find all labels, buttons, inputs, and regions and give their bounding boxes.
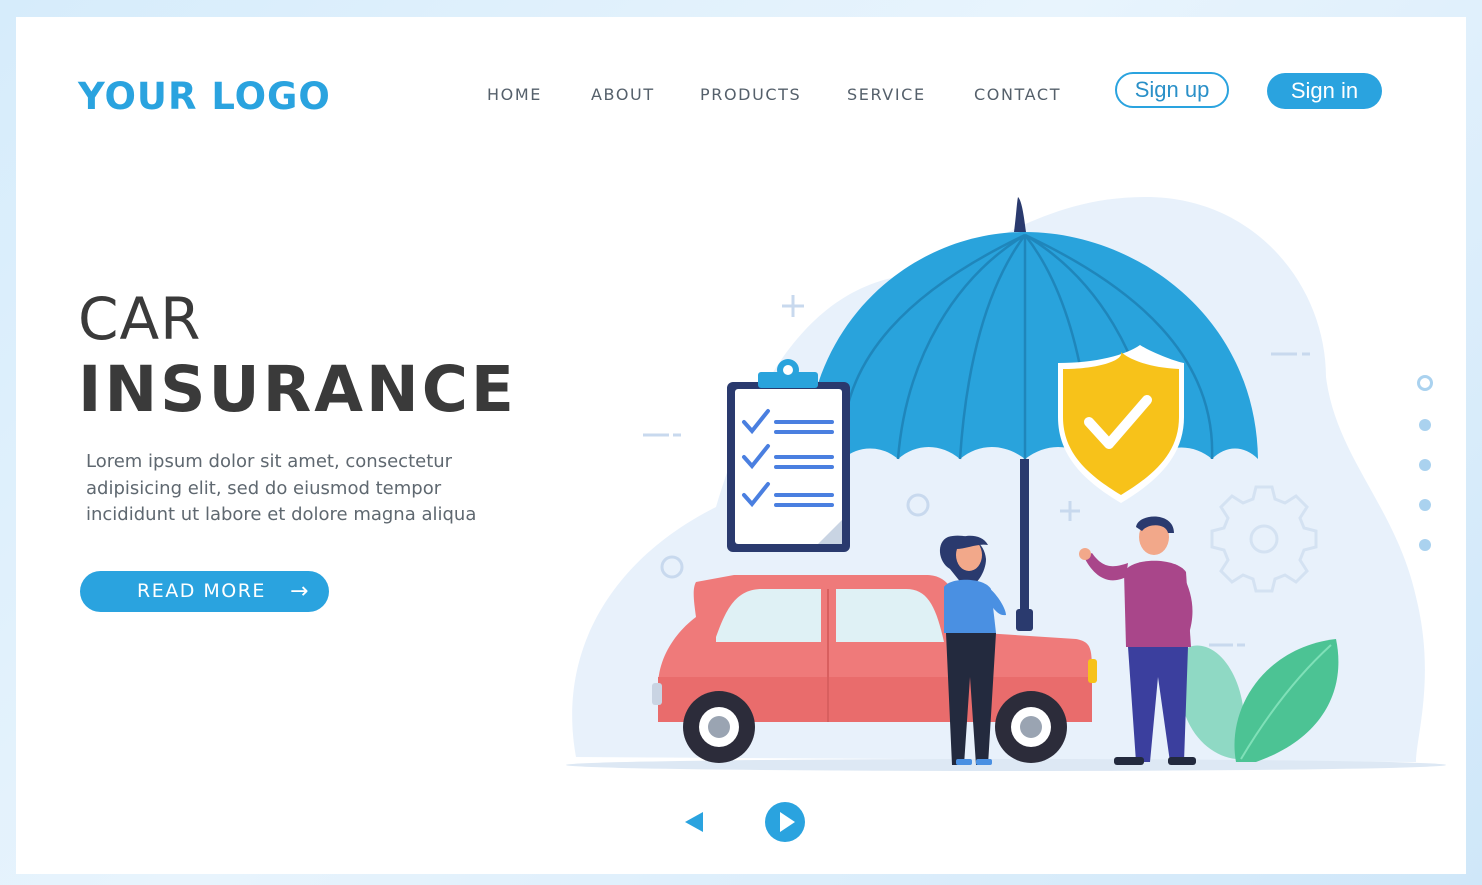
clipboard-checklist-icon (727, 359, 850, 552)
pagination-dot-4[interactable] (1419, 499, 1431, 511)
previous-arrow-icon[interactable] (681, 808, 707, 836)
logo[interactable]: YOUR LOGO (78, 75, 331, 118)
hero-description: Lorem ipsum dolor sit amet, consectetur … (86, 451, 477, 525)
car-insurance-illustration (566, 197, 1446, 771)
pagination-dot-3[interactable] (1419, 459, 1431, 471)
ground-shadow (566, 759, 1446, 771)
nav-contact[interactable]: CONTACT (974, 85, 1061, 104)
nav-products[interactable]: PRODUCTS (700, 85, 801, 104)
landing-page: YOUR LOGO HOME ABOUT PRODUCTS SERVICE CO… (16, 17, 1466, 874)
sign-in-button[interactable]: Sign in (1267, 73, 1382, 109)
pagination-dot-2[interactable] (1419, 419, 1431, 431)
sign-up-button[interactable]: Sign up (1115, 72, 1229, 108)
hero-title-line2: INSURANCE (78, 353, 517, 426)
nav-about[interactable]: ABOUT (591, 85, 655, 104)
pagination-dot-1[interactable] (1417, 375, 1433, 391)
nav-home[interactable]: HOME (487, 85, 542, 104)
arrow-right-icon: → (290, 579, 310, 604)
read-more-button[interactable]: READ MORE → (80, 571, 329, 612)
read-more-label: READ MORE (137, 580, 266, 602)
hero-title-line1: CAR (78, 285, 202, 353)
pagination-dot-5[interactable] (1419, 539, 1431, 551)
nav-service[interactable]: SERVICE (847, 85, 926, 104)
play-next-icon[interactable] (764, 801, 806, 843)
